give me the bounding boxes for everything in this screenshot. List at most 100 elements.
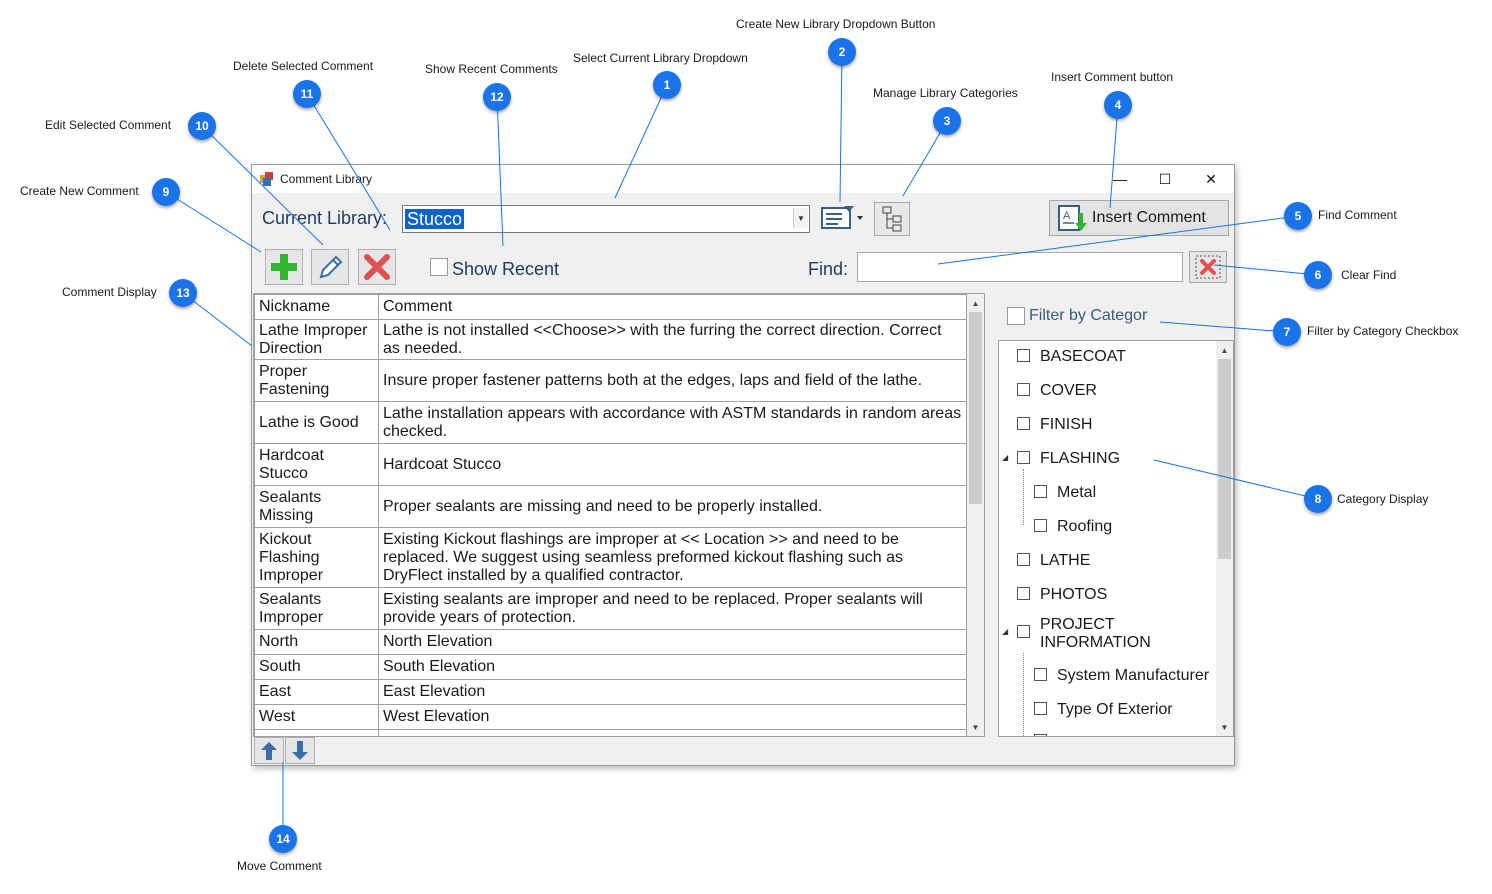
category-scroll-thumb[interactable] [1218,359,1231,559]
category-scrollbar[interactable]: ▲ ▼ [1216,341,1233,736]
callout-badge-13: 13 [169,279,197,307]
app-icon [260,172,273,186]
category-lathe[interactable]: LATHE [1040,552,1090,570]
table-row[interactable]: North North Elevation [254,629,967,655]
category-checkbox-flashing[interactable] [1017,451,1030,464]
delete-selected-comment-button[interactable] [358,249,396,285]
category-checkbox-partial[interactable] [1034,734,1047,736]
tree-connector [1023,653,1024,736]
filter-by-category-checkbox[interactable] [1007,307,1025,325]
edit-selected-comment-button[interactable] [311,249,349,285]
clear-find-button[interactable] [1189,251,1227,283]
table-row[interactable]: East East Elevation [254,679,967,705]
scroll-up-icon[interactable]: ▲ [969,296,982,310]
arrow-up-icon [261,742,277,760]
scroll-down-icon[interactable]: ▼ [1218,720,1231,734]
table-row[interactable]: Proper Fastening Insure proper fastener p… [254,359,967,402]
show-recent-checkbox[interactable] [430,258,448,276]
nickname-cell: East [254,679,379,705]
category-metal[interactable]: Metal [1057,484,1096,502]
move-comment-up-button[interactable] [254,737,284,764]
category-checkbox-lathe[interactable] [1017,553,1030,566]
comment-cell: West Elevation [378,704,967,730]
grid-scroll-thumb[interactable] [969,312,982,504]
clear-find-icon [1195,255,1221,279]
find-input[interactable] [857,252,1183,282]
callout-badge-14: 14 [269,825,297,853]
create-new-comment-button[interactable] [265,249,303,285]
comment-cell [378,729,967,736]
category-finish[interactable]: FINISH [1040,416,1092,434]
column-header-nickname[interactable]: Nickname [254,294,379,320]
category-display-tree[interactable]: BASECOAT COVER FINISH ◢ FLASHING Metal R… [998,340,1234,737]
category-checkbox-project-information[interactable] [1017,625,1030,638]
callout-text-9: Create New Comment [20,184,139,198]
table-row[interactable]: South South Elevation [254,654,967,680]
filter-by-category-label: Filter by Categor [1029,307,1148,324]
category-checkbox-metal[interactable] [1034,485,1047,498]
table-row[interactable]: West West Elevation [254,704,967,730]
category-checkbox-basecoat[interactable] [1017,349,1030,362]
category-checkbox-type-of-exterior[interactable] [1034,702,1047,715]
category-project-information[interactable]: PROJECT INFORMATION [1040,616,1151,652]
nickname-cell: West [254,704,379,730]
table-row[interactable]: Hardcoat Stucco Hardcoat Stucco [254,443,967,486]
category-checkbox-finish[interactable] [1017,417,1030,430]
move-comment-down-button[interactable] [285,737,315,764]
expand-flashing-icon[interactable]: ◢ [1002,453,1008,462]
scroll-down-icon[interactable]: ▼ [969,720,982,734]
close-button[interactable]: ✕ [1188,165,1234,193]
comment-cell: East Elevation [378,679,967,705]
callout-badge-11: 11 [293,80,321,108]
nickname-cell: Sealants Improper [254,587,379,630]
callout-text-1: Select Current Library Dropdown [573,51,748,65]
table-row[interactable]: Sealants Missing Proper sealants are miss… [254,485,967,528]
table-row[interactable]: Kickout Flashing Improper Existing Kickou… [254,527,967,588]
callout-badge-8: 8 [1304,485,1332,513]
nickname-cell: North [254,629,379,655]
callout-text-2: Create New Library Dropdown Button [736,17,936,31]
chevron-down-icon[interactable]: ▼ [793,208,808,228]
category-checkbox-photos[interactable] [1017,587,1030,600]
svg-text:A: A [1063,210,1071,222]
category-system-manufacturer[interactable]: System Manufacturer [1057,667,1209,685]
maximize-button[interactable]: ☐ [1142,165,1188,193]
callout-text-13: Comment Display [62,285,157,299]
table-row[interactable] [254,729,967,736]
comment-cell: Existing Kickout flashings are improper … [378,527,967,588]
comment-display-grid[interactable]: Nickname Comment Lathe Improper Directio… [253,293,985,737]
column-header-comment[interactable]: Comment [378,294,967,320]
category-type-of-exterior[interactable]: Type Of Exterior [1057,701,1173,719]
scroll-up-icon[interactable]: ▲ [1218,343,1231,357]
minimize-button[interactable]: — [1097,165,1143,193]
leader-9 [165,191,262,253]
category-cover[interactable]: COVER [1040,382,1097,400]
manage-library-categories-button[interactable] [874,202,910,236]
category-checkbox-roofing[interactable] [1034,519,1047,532]
x-icon [364,254,390,280]
category-checkbox-cover[interactable] [1017,383,1030,396]
table-row[interactable]: Sealants Improper Existing sealants are i… [254,587,967,630]
nickname-cell: Kickout Flashing Improper [254,527,379,588]
category-photos[interactable]: PHOTOS [1040,586,1107,604]
category-roofing[interactable]: Roofing [1057,518,1112,536]
table-row[interactable]: Lathe Improper Direction Lathe is not ins… [254,319,967,360]
callout-badge-9: 9 [152,178,180,206]
insert-comment-button[interactable]: A Insert Comment [1049,200,1229,236]
nickname-cell [254,729,379,736]
callout-badge-5: 5 [1284,202,1312,230]
insert-comment-label: Insert Comment [1092,209,1206,226]
expand-project-information-icon[interactable]: ◢ [1002,627,1008,636]
category-flashing[interactable]: FLASHING [1040,450,1120,468]
create-new-library-dropdown-button[interactable] [820,203,866,233]
callout-badge-12: 12 [483,83,511,111]
comment-library-window: Comment Library — ☐ ✕ Current Library: S… [251,164,1235,766]
category-checkbox-system-manufacturer[interactable] [1034,668,1047,681]
grid-scrollbar[interactable]: ▲ ▼ [967,294,984,736]
nickname-cell: Hardcoat Stucco [254,443,379,486]
callout-text-4: Insert Comment button [1051,70,1174,84]
callout-text-7: Filter by Category Checkbox [1307,324,1459,338]
category-basecoat[interactable]: BASECOAT [1040,348,1126,366]
table-row[interactable]: Lathe is Good Lathe installation appears … [254,401,967,444]
current-library-dropdown[interactable]: Stucco ▼ [402,205,810,233]
